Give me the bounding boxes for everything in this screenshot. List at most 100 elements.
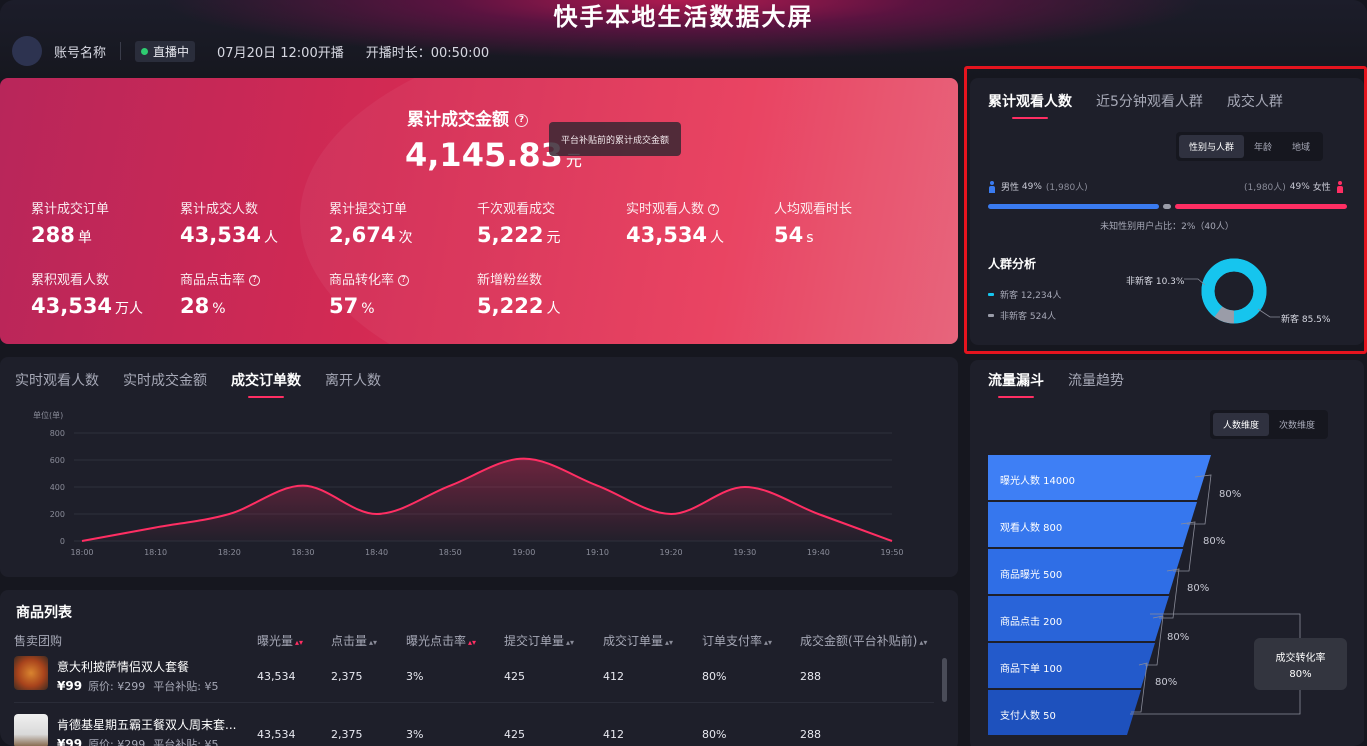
product-list-panel: 商品列表 售卖团购 曝光量 ▴▾ 点击量 ▴▾ 曝光点击率 ▴▾ 提交订单量 ▴▾ 成交订单量 ▴▾… — [0, 590, 958, 746]
column-header-text: 订单支付率 — [702, 634, 763, 648]
live-dot-icon — [141, 47, 149, 55]
funnel-stage-label: 支付人数 50 — [1000, 711, 1056, 722]
column-header-text: 成交订单量 — [603, 634, 664, 648]
column-header[interactable]: 曝光量 ▴▾ — [257, 632, 303, 649]
sort-icon[interactable]: ▴▾ — [468, 638, 476, 647]
metric-label: 千次观看成交 — [477, 202, 556, 217]
metric-label: 人均观看时长 — [774, 202, 853, 217]
sort-icon[interactable]: ▴▾ — [295, 638, 303, 647]
funnel-segment-control: 人数维度 次数维度 — [1210, 410, 1329, 439]
metric-unit: s — [806, 230, 814, 246]
gmv-tooltip: 平台补贴前的累计成交金额 — [549, 122, 681, 156]
help-icon[interactable]: ? — [515, 113, 528, 127]
sort-icon[interactable]: ▴▾ — [566, 638, 574, 647]
platform-subsidy: 平台补贴: ¥5 — [153, 738, 219, 746]
hero-metric: 累计成交订单 288 单 — [31, 198, 109, 247]
price-value: ¥99 — [57, 679, 83, 693]
metric-label: 累计提交订单 — [329, 202, 408, 217]
column-header[interactable]: 成交金额(平台补贴前) ▴▾ — [800, 632, 927, 649]
table-cell: 3% — [406, 670, 424, 683]
product-thumbnail — [14, 714, 48, 746]
step-rate: 80% — [1155, 677, 1178, 688]
metric-unit: 人 — [546, 301, 561, 317]
price-value: ¥99 — [57, 737, 83, 746]
metric-label: 新增粉丝数 — [477, 273, 543, 288]
metric-label: 商品点击率? — [180, 269, 261, 288]
conversion-title: 成交转化率 — [1275, 653, 1326, 664]
x-tick-label: 19:40 — [807, 548, 830, 557]
original-price: 原价: ¥299 — [88, 680, 146, 693]
product-name[interactable]: 意大利披萨情侣双人套餐 — [57, 658, 189, 675]
hero-metric: 人均观看时长 54 s — [774, 198, 852, 247]
column-header[interactable]: 订单支付率 ▴▾ — [702, 632, 772, 649]
column-header[interactable]: 点击量 ▴▾ — [331, 632, 377, 649]
y-unit-label: 单位(单) — [33, 410, 63, 420]
column-header[interactable]: 成交订单量 ▴▾ — [603, 632, 673, 649]
platform-subsidy: 平台补贴: ¥5 — [153, 680, 219, 693]
x-tick-label: 18:10 — [144, 548, 167, 557]
sort-icon[interactable]: ▴▾ — [919, 638, 927, 647]
product-name[interactable]: 肯德基星期五霸王餐双人周末套... — [57, 716, 236, 733]
column-header-text: 曝光量 — [257, 634, 294, 648]
table-cell: 2,375 — [331, 728, 363, 741]
step-rate: 80% — [1219, 489, 1242, 500]
sort-icon[interactable]: ▴▾ — [764, 638, 772, 647]
hero-metric: 商品转化率? 57% — [329, 269, 410, 318]
hero-metric: 累计成交人数 43,534 人 — [180, 198, 278, 247]
product-thumbnail — [14, 656, 48, 690]
step-rate: 80% — [1203, 536, 1226, 547]
live-status-text: 直播中 — [153, 44, 190, 59]
x-tick-label: 19:20 — [660, 548, 683, 557]
help-icon[interactable]: ? — [708, 204, 720, 215]
sort-icon[interactable]: ▴▾ — [369, 638, 377, 647]
funnel-tabs: 流量漏斗 流量趋势 — [988, 370, 1148, 390]
tab-2[interactable]: 流量趋势 — [1068, 370, 1124, 390]
sort-icon[interactable]: ▴▾ — [665, 638, 673, 647]
column-header-text: 成交金额(平台补贴前) — [800, 634, 918, 648]
metric-value: 5,222 元 — [477, 223, 560, 247]
x-tick-label: 18:50 — [439, 548, 462, 557]
row-divider — [14, 702, 934, 703]
table-cell: 288 — [800, 670, 821, 683]
metric-label: 累计成交订单 — [31, 202, 110, 217]
column-header-text: 曝光点击率 — [406, 634, 467, 648]
page-title: 快手本地生活数据大屏 — [553, 3, 814, 31]
table-cell: 43,534 — [257, 670, 296, 683]
tab-1[interactable]: 流量漏斗 — [988, 370, 1044, 390]
table-cell: 425 — [504, 670, 525, 683]
x-tick-label: 19:30 — [733, 548, 756, 557]
hero-metric: 累计提交订单 2,674 次 — [329, 198, 412, 247]
hero-metric: 新增粉丝数 5,222 人 — [477, 269, 560, 318]
avatar[interactable] — [12, 36, 42, 66]
help-icon[interactable]: ? — [249, 275, 261, 286]
metric-value: 43,534 人 — [180, 223, 278, 247]
live-info-bar: 账号名称 直播中 07月20日 12:00开播 开播时长：00:50:00 — [12, 36, 489, 66]
metric-value: 57% — [329, 294, 409, 318]
highlight-frame — [964, 66, 1367, 354]
x-tick-label: 19:00 — [512, 548, 535, 557]
metric-number: 288 — [31, 223, 75, 247]
column-header-text: 点击量 — [331, 634, 368, 648]
segment-option[interactable]: 次数维度 — [1269, 413, 1325, 436]
conversion-value: 80% — [1289, 669, 1312, 680]
hero-metric: 累积观看人数 43,534 万人 — [31, 269, 143, 318]
segment-option[interactable]: 人数维度 — [1213, 413, 1270, 436]
column-header[interactable]: 提交订单量 ▴▾ — [504, 632, 574, 649]
metric-number: 54 — [774, 223, 804, 247]
y-tick-label: 0 — [60, 537, 65, 546]
metric-label-text: 商品转化率 — [329, 273, 395, 288]
x-tick-label: 18:40 — [365, 548, 388, 557]
divider — [120, 42, 122, 60]
help-icon[interactable]: ? — [398, 275, 410, 286]
start-time: 07月20日 12:00开播 — [217, 45, 344, 61]
table-scrollbar[interactable] — [942, 658, 947, 702]
metric-number: 5,222 — [477, 294, 544, 318]
metric-value: 2,674 次 — [329, 223, 412, 247]
metric-unit: % — [212, 301, 226, 317]
metric-unit: 人 — [264, 230, 279, 246]
metric-value: 28% — [180, 294, 260, 318]
y-tick-label: 200 — [50, 510, 65, 519]
metric-value: 43,534 人 — [626, 223, 724, 247]
column-header[interactable]: 曝光点击率 ▴▾ — [406, 632, 476, 649]
metric-unit: 单 — [77, 230, 92, 246]
